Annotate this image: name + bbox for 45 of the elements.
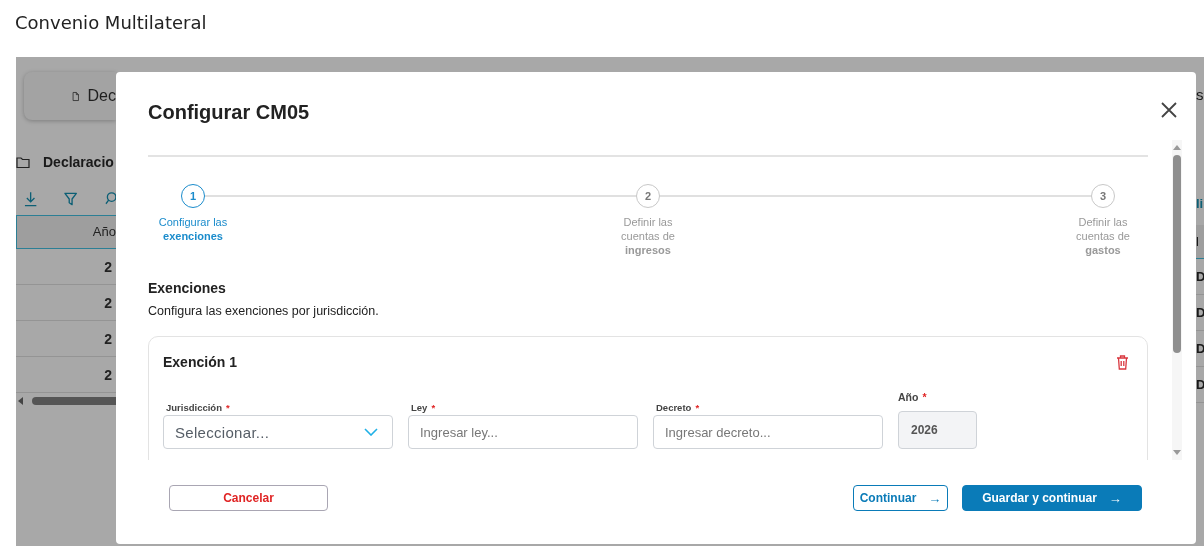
scrollbar-thumb[interactable] <box>1173 155 1181 353</box>
continue-button[interactable]: Continuar → <box>853 485 948 511</box>
table-header: l <box>1196 225 1204 259</box>
field-label: Decreto <box>656 402 692 413</box>
download-icon[interactable] <box>24 191 38 207</box>
close-icon[interactable] <box>1161 102 1177 118</box>
field-label: Ley <box>411 402 428 413</box>
scroll-up-icon <box>1173 145 1181 150</box>
required-mark: * <box>431 402 436 413</box>
section-heading: Exenciones <box>148 279 227 297</box>
tab-label: s <box>1196 86 1204 103</box>
filter-icon[interactable] <box>64 191 78 207</box>
page-title: Convenio Multilateral <box>15 11 207 34</box>
scroll-down-icon <box>1173 450 1181 455</box>
required-mark: * <box>922 391 927 403</box>
section-title: Declaracio <box>43 154 114 170</box>
field-label: Jurisdicción <box>166 402 222 413</box>
section-description: Configura las exenciones por jurisdicción. <box>148 303 380 320</box>
tab-card[interactable]: Dec <box>24 72 116 120</box>
input-field[interactable]: Ingresar ley... <box>408 415 638 449</box>
card-title: Exención 1 <box>163 353 237 371</box>
input-field[interactable]: Ingresar decreto... <box>653 415 883 449</box>
cancel-button[interactable]: Cancelar <box>169 485 328 511</box>
chevron-down-icon <box>364 428 378 436</box>
dialog-title: Configurar CM05 <box>148 100 310 124</box>
step-number[interactable]: 1 <box>181 184 205 208</box>
required-mark: * <box>225 402 230 413</box>
scroll-left-icon <box>18 397 24 405</box>
scrollbar-thumb[interactable] <box>32 397 116 405</box>
table-header: Año <box>16 215 116 249</box>
field-label: Año <box>898 391 919 403</box>
folder-icon <box>16 156 30 168</box>
tab-label: Dec <box>87 87 116 105</box>
step-number[interactable]: 2 <box>636 184 660 208</box>
step-label: Definir las cuentas de ingresos <box>620 215 676 257</box>
select-field[interactable]: Seleccionar... <box>163 415 393 449</box>
trash-icon[interactable] <box>1116 354 1129 370</box>
required-mark: * <box>695 402 700 413</box>
save-continue-button[interactable]: Guardar y continuar → <box>962 485 1142 511</box>
search-icon[interactable] <box>104 191 116 207</box>
step-label: Configurar las exenciones <box>157 215 229 243</box>
step-number[interactable]: 3 <box>1091 184 1115 208</box>
year-field: 2026 <box>898 411 977 449</box>
toolbar-link[interactable]: li <box>1196 196 1204 211</box>
step-label: Definir las cuentas de gastos <box>1075 215 1131 257</box>
